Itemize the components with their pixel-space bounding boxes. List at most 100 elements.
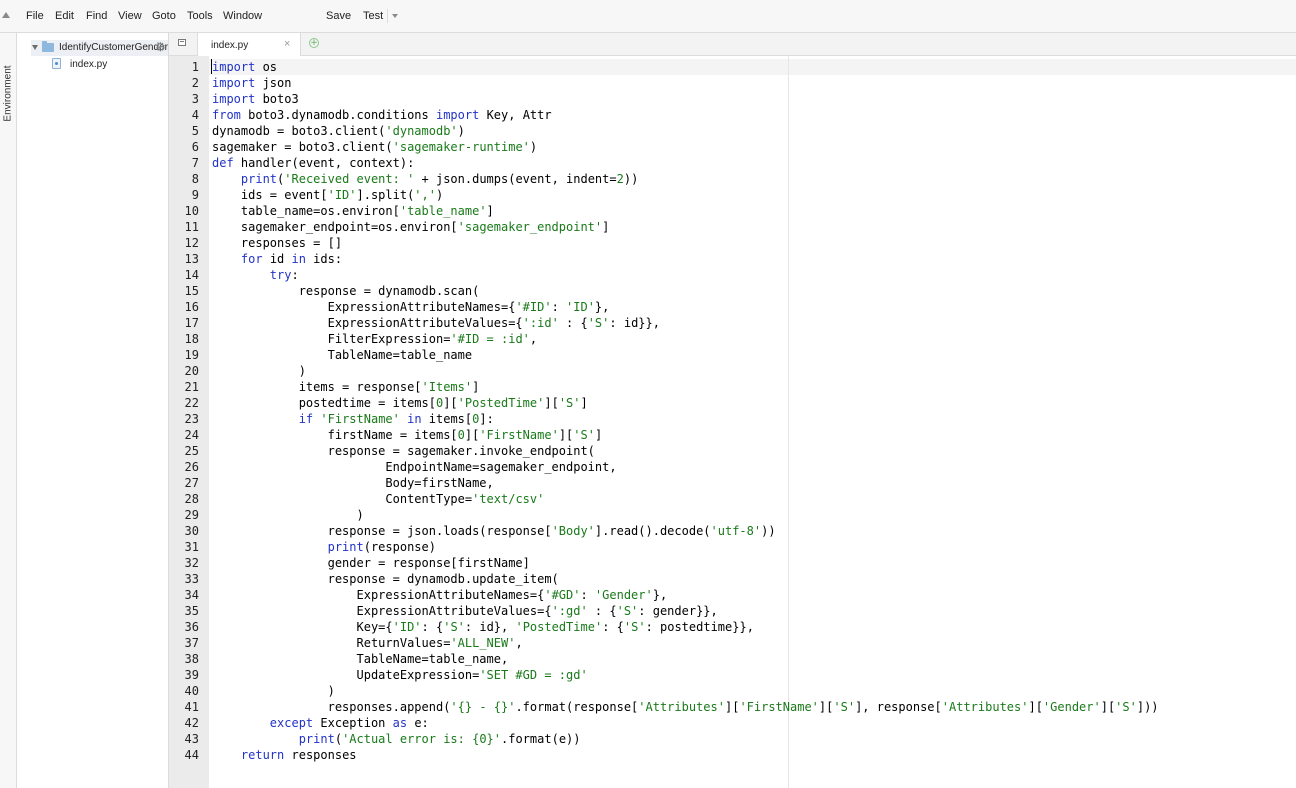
line-number: 29	[184, 508, 199, 522]
line-text[interactable]: FilterExpression='#ID = :id',	[212, 331, 538, 347]
line-text[interactable]: sagemaker = boto3.client('sagemaker-runt…	[212, 139, 537, 155]
line-text[interactable]: response = dynamodb.update_item(	[212, 571, 559, 587]
line-text[interactable]: Body=firstName,	[212, 475, 493, 491]
line-text[interactable]: ExpressionAttributeNames={'#GD': 'Gender…	[212, 587, 667, 603]
line-text[interactable]: gender = response[firstName]	[212, 555, 530, 571]
line-number: 32	[184, 556, 199, 570]
line-number: 19	[184, 348, 199, 362]
collapse-menu-icon[interactable]	[2, 12, 10, 18]
line-text[interactable]: print(response)	[212, 539, 436, 555]
line-text[interactable]: sagemaker_endpoint=os.environ['sagemaker…	[212, 219, 609, 235]
menu-edit[interactable]: Edit	[55, 10, 74, 22]
line-text[interactable]: Key={'ID': {'S': id}, 'PostedTime': {'S'…	[212, 619, 753, 635]
line-text[interactable]: response = json.loads(response['Body'].r…	[212, 523, 776, 539]
file-tree: IdentifyCustomerGender ⚙ index.py	[17, 33, 169, 788]
line-text[interactable]: import json	[212, 75, 291, 91]
line-text[interactable]: ContentType='text/csv'	[212, 491, 544, 507]
side-panel-tabs: Environment	[0, 33, 17, 788]
line-text[interactable]: ExpressionAttributeNames={'#ID': 'ID'},	[212, 299, 610, 315]
line-text[interactable]: print('Actual error is: {0}'.format(e))	[212, 731, 581, 747]
tabs-menu-icon[interactable]	[178, 39, 186, 46]
line-number: 14	[184, 268, 199, 282]
line-number: 39	[184, 668, 199, 682]
line-number: 35	[184, 604, 199, 618]
gear-icon[interactable]: ⚙	[155, 40, 166, 54]
line-text[interactable]: responses.append('{} - {}'.format(respon…	[212, 699, 1159, 715]
line-text[interactable]: TableName=table_name	[212, 347, 473, 363]
line-text[interactable]: )	[212, 507, 363, 523]
line-text[interactable]: except Exception as e:	[212, 715, 429, 731]
line-number: 31	[184, 540, 199, 554]
menu-find[interactable]: Find	[86, 10, 107, 22]
tab-index-py[interactable]: index.py ×	[197, 33, 301, 56]
line-number: 7	[191, 156, 199, 170]
line-number: 42	[184, 716, 199, 730]
line-text[interactable]: print('Received event: ' + json.dumps(ev…	[212, 171, 638, 187]
line-text[interactable]: table_name=os.environ['table_name']	[212, 203, 494, 219]
line-text[interactable]: )	[212, 683, 335, 699]
line-text[interactable]: try:	[212, 267, 299, 283]
menu-window[interactable]: Window	[223, 10, 262, 22]
line-number: 3	[191, 92, 199, 106]
line-number: 15	[184, 284, 199, 298]
line-text[interactable]: responses = []	[212, 235, 342, 251]
line-text[interactable]: return responses	[212, 747, 357, 763]
line-number: 41	[184, 700, 199, 714]
line-text[interactable]: import os	[212, 59, 277, 75]
line-text[interactable]: TableName=table_name,	[212, 651, 508, 667]
line-number: 22	[184, 396, 199, 410]
menu-view[interactable]: View	[118, 10, 142, 22]
editor-tab-bar: index.py × +	[169, 33, 1296, 56]
line-number: 17	[184, 316, 199, 330]
line-text[interactable]: items = response['Items']	[212, 379, 480, 395]
environment-tab[interactable]: Environment	[3, 64, 14, 124]
line-text[interactable]: UpdateExpression='SET #GD = :gd'	[212, 667, 587, 683]
line-number: 34	[184, 588, 199, 602]
line-number: 23	[184, 412, 199, 426]
line-text[interactable]: if 'FirstName' in items[0]:	[212, 411, 494, 427]
line-text[interactable]: response = dynamodb.scan(	[212, 283, 480, 299]
expand-caret-icon[interactable]	[32, 45, 38, 50]
test-dropdown-icon[interactable]	[392, 14, 398, 18]
line-text[interactable]: )	[212, 363, 306, 379]
line-number: 8	[191, 172, 199, 186]
line-number: 13	[184, 252, 199, 266]
line-text[interactable]: ExpressionAttributeValues={':gd' : {'S':…	[212, 603, 717, 619]
line-text[interactable]: import boto3	[212, 91, 299, 107]
line-text[interactable]: ExpressionAttributeValues={':id' : {'S':…	[212, 315, 660, 331]
save-button[interactable]: Save	[326, 10, 351, 22]
active-line-highlight	[209, 59, 1296, 75]
close-icon[interactable]: ×	[284, 38, 290, 50]
line-number: 40	[184, 684, 199, 698]
line-number: 5	[191, 124, 199, 138]
menu-tools[interactable]: Tools	[187, 10, 213, 22]
line-text[interactable]: firstName = items[0]['FirstName']['S']	[212, 427, 603, 443]
line-number: 21	[184, 380, 199, 394]
line-number: 6	[191, 140, 199, 154]
line-number: 33	[184, 572, 199, 586]
print-margin	[788, 56, 789, 788]
line-number: 43	[184, 732, 199, 746]
menu-bar: File Edit Find View Goto Tools Window Sa…	[0, 0, 1296, 33]
line-text[interactable]: response = sagemaker.invoke_endpoint(	[212, 443, 595, 459]
line-text[interactable]: from boto3.dynamodb.conditions import Ke…	[212, 107, 552, 123]
line-text[interactable]: def handler(event, context):	[212, 155, 414, 171]
new-tab-button[interactable]: +	[309, 38, 319, 48]
tree-file-index-py[interactable]: index.py	[51, 57, 161, 73]
menu-file[interactable]: File	[26, 10, 44, 22]
line-number: 1	[191, 60, 199, 74]
line-text[interactable]: ids = event['ID'].split(',')	[212, 187, 443, 203]
menu-goto[interactable]: Goto	[152, 10, 176, 22]
tree-folder-root[interactable]: IdentifyCustomerGender ⚙	[31, 40, 168, 56]
line-text[interactable]: dynamodb = boto3.client('dynamodb')	[212, 123, 465, 139]
line-text[interactable]: for id in ids:	[212, 251, 342, 267]
line-number: 20	[184, 364, 199, 378]
code-editor[interactable]: 1 import os 2 import json 3 import boto3 4 from…	[169, 56, 1296, 788]
test-button[interactable]: Test	[363, 10, 383, 22]
line-text[interactable]: EndpointName=sagemaker_endpoint,	[212, 459, 616, 475]
line-number: 37	[184, 636, 199, 650]
line-text[interactable]: ReturnValues='ALL_NEW',	[212, 635, 522, 651]
toolbar-divider	[387, 9, 388, 23]
line-number: 16	[184, 300, 199, 314]
line-text[interactable]: postedtime = items[0]['PostedTime']['S']	[212, 395, 588, 411]
